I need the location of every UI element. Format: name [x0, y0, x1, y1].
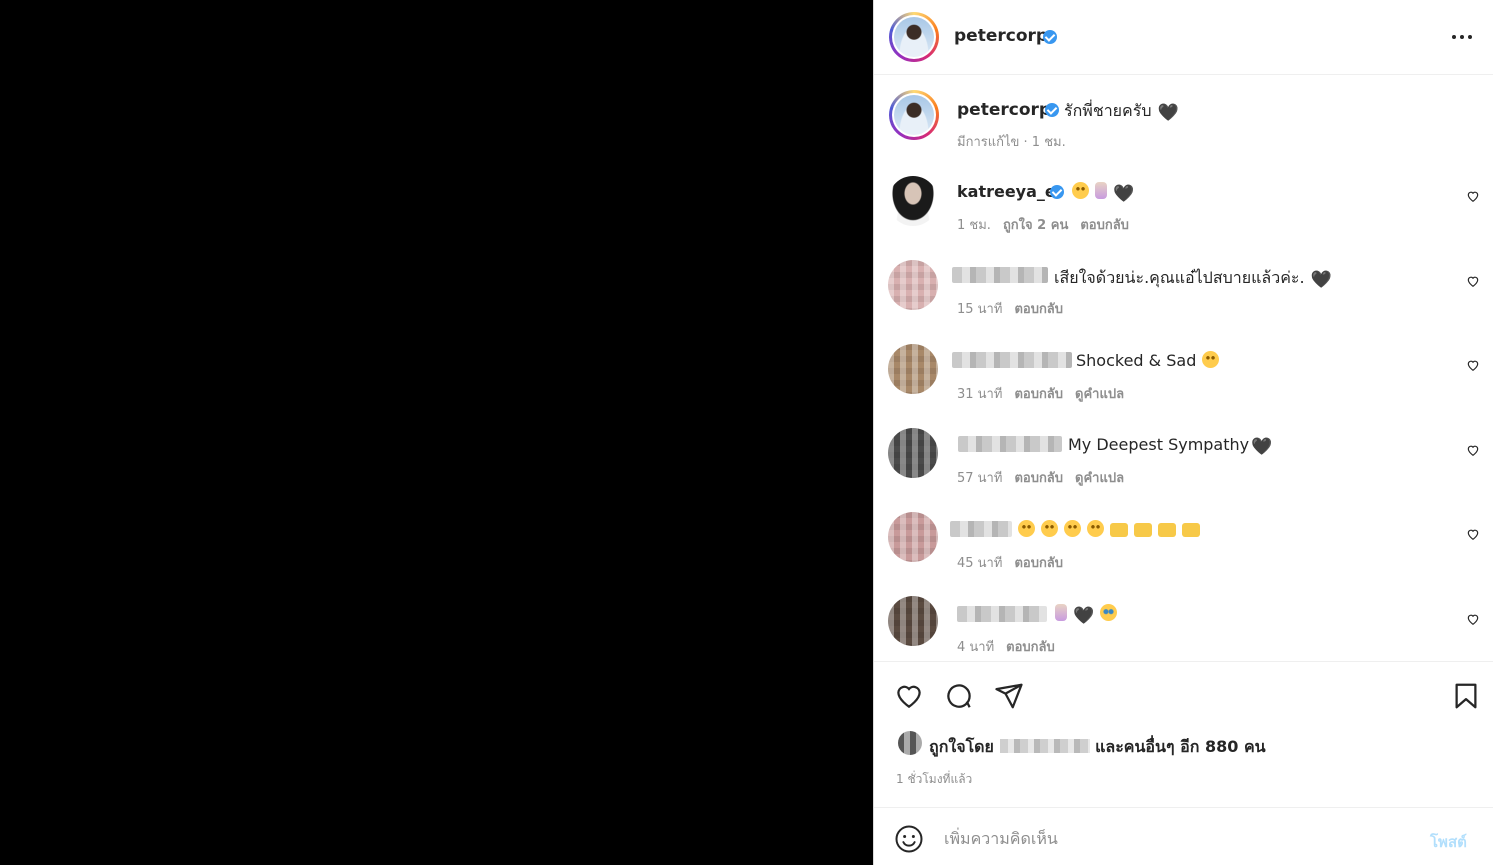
likes-summary[interactable]: ถูกใจโดย และคนอื่นๆ อีก 880 คน: [929, 735, 1266, 760]
comment-username-blurred[interactable]: [958, 436, 1062, 452]
black-heart-icon: 🖤: [1157, 103, 1179, 123]
comment-avatar[interactable]: [888, 596, 938, 646]
black-heart-icon: 🖤: [1073, 606, 1095, 626]
hands-emoji-icon: [1158, 523, 1176, 537]
comment-username-blurred[interactable]: [957, 606, 1047, 622]
comment-username-blurred[interactable]: [952, 352, 1072, 368]
emoji-icon[interactable]: [894, 824, 924, 854]
sad-emoji-icon: [1041, 520, 1058, 537]
like-comment-icon[interactable]: [1466, 527, 1480, 541]
comment-time: 57 นาที: [957, 471, 1003, 486]
more-icon[interactable]: [1452, 27, 1476, 47]
pray-emoji-icon: [1055, 604, 1067, 621]
comment-text: 🖤: [1049, 604, 1118, 626]
sad-emoji-icon: [1018, 520, 1035, 537]
bookmark-icon[interactable]: [1451, 681, 1481, 711]
comment-time: 4 นาที: [957, 640, 995, 655]
translate-button[interactable]: ดูคำแปล: [1075, 387, 1124, 402]
comment-meta: 45 นาที ตอบกลับ: [957, 552, 1075, 573]
author-username[interactable]: petercorp: [954, 26, 1048, 46]
liker-avatar[interactable]: [898, 731, 922, 755]
comment-time: 45 นาที: [957, 556, 1003, 571]
comment-avatar[interactable]: [888, 176, 938, 226]
comment-likes[interactable]: ถูกใจ 2 คน: [1003, 218, 1068, 233]
comment-composer: โพสต์: [874, 807, 1493, 865]
comment-time: 31 นาที: [957, 387, 1003, 402]
black-heart-icon: 🖤: [1251, 437, 1273, 457]
sad-emoji-icon: [1202, 351, 1220, 368]
caption-username[interactable]: petercorp: [957, 100, 1051, 120]
comment-text: เสียใจด้วยน่ะ.คุณแอ๋ไปสบายแล้วค่ะ. 🖤: [1054, 268, 1332, 290]
comment-time: 15 นาที: [957, 302, 1003, 317]
comment-text: My Deepest Sympathy 🖤: [1068, 435, 1273, 457]
comment-avatar[interactable]: [888, 260, 938, 310]
post-time-ago[interactable]: 1 ชั่วโมงที่แล้ว: [896, 770, 972, 789]
caption-text: รักพี่ชายครับ 🖤: [1064, 101, 1179, 123]
verified-icon: [1043, 30, 1057, 44]
likes-prefix: ถูกใจโดย: [929, 737, 994, 756]
comment-username[interactable]: katreeya_e: [957, 182, 1056, 201]
liker-username-blurred[interactable]: [999, 739, 1090, 753]
comment-text: Shocked & Sad: [1076, 351, 1220, 370]
comment-text: [1012, 520, 1200, 539]
author-avatar[interactable]: [889, 12, 939, 62]
comments-list[interactable]: petercorp รักพี่ชายครับ 🖤 มีการแก้ไข · 1 …: [874, 76, 1493, 661]
hands-emoji-icon: [1182, 523, 1200, 537]
caption-edited: มีการแก้ไข · 1 ชม.: [957, 135, 1066, 150]
action-bar: ถูกใจโดย และคนอื่นๆ อีก 880 คน 1 ชั่วโมง…: [874, 661, 1493, 807]
comment-avatar[interactable]: [888, 344, 938, 394]
like-comment-icon[interactable]: [1466, 358, 1480, 372]
post-header: petercorp: [874, 0, 1493, 75]
comment-avatar[interactable]: [888, 428, 938, 478]
comment-text: 🖤: [1066, 182, 1134, 204]
black-heart-icon: 🖤: [1310, 270, 1332, 290]
comment-input[interactable]: [944, 824, 1404, 852]
reply-button[interactable]: ตอบกลับ: [1014, 556, 1063, 571]
heart-icon[interactable]: [894, 681, 924, 711]
reply-button[interactable]: ตอบกลับ: [1014, 471, 1063, 486]
black-heart-icon: 🖤: [1113, 184, 1135, 204]
verified-icon: [1050, 185, 1064, 199]
reply-button[interactable]: ตอบกลับ: [1014, 302, 1063, 317]
verified-icon: [1045, 103, 1059, 117]
post-panel: petercorp petercorp รักพี่ชายครับ 🖤 มีการ…: [873, 0, 1493, 865]
comment-time: 1 ชม.: [957, 218, 991, 233]
hands-emoji-icon: [1110, 523, 1128, 537]
likes-count[interactable]: และคนอื่นๆ อีก 880 คน: [1095, 737, 1266, 756]
caption-avatar[interactable]: [889, 90, 939, 140]
comment-meta: 31 นาที ตอบกลับ ดูคำแปล: [957, 383, 1136, 404]
comment-meta: 4 นาที ตอบกลับ: [957, 636, 1067, 657]
sad-emoji-icon: [1064, 520, 1081, 537]
post-media: [0, 0, 873, 865]
sad-emoji-icon: [1087, 520, 1104, 537]
comment-meta: 15 นาที ตอบกลับ: [957, 298, 1075, 319]
like-comment-icon[interactable]: [1466, 443, 1480, 457]
like-comment-icon[interactable]: [1466, 189, 1480, 203]
comment-username-blurred[interactable]: [952, 267, 1048, 283]
reply-button[interactable]: ตอบกลับ: [1080, 218, 1129, 233]
crying-emoji-icon: [1100, 604, 1118, 621]
comment-username-blurred[interactable]: [950, 521, 1012, 537]
post-comment-button[interactable]: โพสต์: [1430, 830, 1467, 854]
reply-button[interactable]: ตอบกลับ: [1006, 640, 1055, 655]
like-comment-icon[interactable]: [1466, 612, 1480, 626]
reply-button[interactable]: ตอบกลับ: [1014, 387, 1063, 402]
hands-emoji-icon: [1134, 523, 1152, 537]
sad-emoji-icon: [1072, 182, 1089, 199]
like-comment-icon[interactable]: [1466, 274, 1480, 288]
share-icon[interactable]: [994, 681, 1024, 711]
comment-meta: 1 ชม. ถูกใจ 2 คน ตอบกลับ: [957, 214, 1141, 235]
comment-meta: 57 นาที ตอบกลับ ดูคำแปล: [957, 467, 1136, 488]
translate-button[interactable]: ดูคำแปล: [1075, 471, 1124, 486]
comment-icon[interactable]: [944, 681, 974, 711]
comment-avatar[interactable]: [888, 512, 938, 562]
pray-emoji-icon: [1095, 182, 1107, 199]
